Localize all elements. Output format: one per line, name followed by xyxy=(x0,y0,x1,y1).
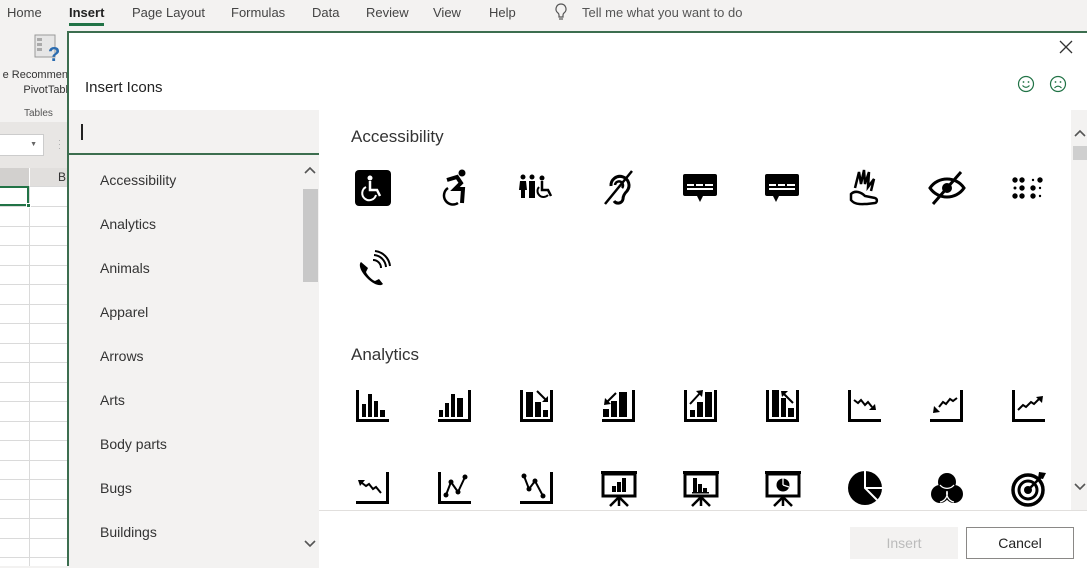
selected-cell[interactable] xyxy=(0,186,31,208)
dialog-footer: Insert Cancel xyxy=(319,511,1087,568)
hearing-impaired-icon[interactable] xyxy=(599,168,639,208)
ribbon-body: ? e Recommen PivotTabl Tables xyxy=(0,30,70,122)
spreadsheet-grid[interactable]: B xyxy=(0,168,70,566)
column-header-a[interactable] xyxy=(0,168,29,186)
tab-home[interactable]: Home xyxy=(7,5,42,20)
insert-button[interactable]: Insert xyxy=(850,527,958,559)
bar-chart-upward-trend-icon[interactable] xyxy=(681,386,721,426)
text-cursor xyxy=(81,124,83,140)
closed-captioning-2-icon[interactable] xyxy=(763,168,803,208)
bar-chart-reverse-trend-icon[interactable] xyxy=(763,386,803,426)
category-panel: Accessibility Analytics Animals Apparel … xyxy=(69,110,319,568)
line-chart-upward-icon[interactable] xyxy=(1009,386,1049,426)
line-chart-downward-icon[interactable] xyxy=(845,386,885,426)
bar-chart-downward-trend-icon[interactable] xyxy=(517,386,557,426)
scrollbar-thumb[interactable] xyxy=(303,189,318,282)
category-analytics[interactable]: Analytics xyxy=(100,216,156,232)
close-button[interactable] xyxy=(1057,39,1075,57)
insert-icons-dialog: Insert Icons Accessibility Analytics Ani… xyxy=(67,31,1087,568)
category-body-parts[interactable]: Body parts xyxy=(100,436,167,452)
tell-me-text: Tell me what you want to do xyxy=(582,4,743,20)
category-animals[interactable]: Animals xyxy=(100,260,150,276)
chevron-down-icon[interactable] xyxy=(1074,482,1086,492)
target-icon[interactable] xyxy=(1009,468,1049,508)
recommended-pivottables-icon[interactable]: ? xyxy=(34,34,60,62)
phone-volume-icon[interactable] xyxy=(353,250,393,290)
section-title-analytics: Analytics xyxy=(351,345,420,364)
tab-view[interactable]: View xyxy=(433,5,461,20)
category-bugs[interactable]: Bugs xyxy=(100,480,132,496)
splitter-handle[interactable]: · · · xyxy=(58,136,61,153)
venn-diagram-icon[interactable] xyxy=(927,468,967,508)
active-wheelchair-icon[interactable] xyxy=(435,168,475,208)
scrollbar-thumb[interactable] xyxy=(1073,146,1087,160)
icon-gallery: Accessibility Analytics xyxy=(319,110,1071,510)
frown-feedback-icon[interactable] xyxy=(1049,75,1067,93)
category-buildings[interactable]: Buildings xyxy=(100,524,157,540)
gallery-scrollbar[interactable] xyxy=(1071,110,1087,510)
presentation-column-chart-icon[interactable] xyxy=(681,468,721,508)
tab-help[interactable]: Help xyxy=(489,5,516,20)
tell-me-box[interactable]: Tell me what you want to do xyxy=(554,3,742,21)
chevron-up-icon[interactable] xyxy=(304,165,316,175)
formula-bar: ▼ · · · xyxy=(0,122,70,168)
tab-formulas[interactable]: Formulas xyxy=(231,5,285,20)
name-box[interactable]: ▼ xyxy=(0,134,44,156)
family-accessible-icon[interactable] xyxy=(517,168,557,208)
fill-handle[interactable] xyxy=(26,203,31,208)
category-accessibility[interactable]: Accessibility xyxy=(100,172,176,188)
closed-captioning-icon[interactable] xyxy=(681,168,721,208)
chevron-up-icon[interactable] xyxy=(1074,128,1086,138)
sign-language-icon[interactable] xyxy=(845,168,885,208)
presentation-bar-chart-icon[interactable] xyxy=(599,468,639,508)
cancel-button[interactable]: Cancel xyxy=(966,527,1074,559)
icon-search-input[interactable] xyxy=(69,110,319,155)
tab-data[interactable]: Data xyxy=(312,5,339,20)
smile-feedback-icon[interactable] xyxy=(1017,75,1035,93)
line-chart-points-icon[interactable] xyxy=(435,468,475,508)
tab-page-layout[interactable]: Page Layout xyxy=(132,5,205,20)
line-chart-downward-left-icon[interactable] xyxy=(353,468,393,508)
category-apparel[interactable]: Apparel xyxy=(100,304,148,320)
group-label-tables: Tables xyxy=(24,108,53,119)
tab-review[interactable]: Review xyxy=(366,5,409,20)
bar-chart-icon[interactable] xyxy=(353,386,393,426)
bar-chart-ascending-icon[interactable] xyxy=(435,386,475,426)
presentation-pie-chart-icon[interactable] xyxy=(763,468,803,508)
column-header-b[interactable]: B xyxy=(30,168,70,186)
line-chart-points-down-icon[interactable] xyxy=(517,468,557,508)
recommended-pivottables-label[interactable]: e Recommen PivotTabl xyxy=(0,68,68,98)
ribbon-tabs: Home Insert Page Layout Formulas Data Re… xyxy=(0,0,1087,30)
category-arts[interactable]: Arts xyxy=(100,392,125,408)
svg-text:?: ? xyxy=(48,44,60,62)
pie-chart-icon[interactable] xyxy=(845,468,885,508)
chevron-down-icon[interactable] xyxy=(304,539,316,549)
line-chart-upward-arrow-left-icon[interactable] xyxy=(927,386,967,426)
section-title-accessibility: Accessibility xyxy=(351,127,444,146)
category-arrows[interactable]: Arrows xyxy=(100,348,144,364)
chevron-down-icon[interactable]: ▼ xyxy=(30,141,37,148)
low-vision-icon[interactable] xyxy=(927,168,967,208)
tab-insert[interactable]: Insert xyxy=(69,5,105,26)
braille-icon[interactable] xyxy=(1009,168,1049,208)
lightbulb-icon xyxy=(555,3,567,20)
bar-chart-downward-arrow-icon[interactable] xyxy=(599,386,639,426)
category-scrollbar[interactable] xyxy=(301,157,319,568)
dialog-title: Insert Icons xyxy=(85,79,163,96)
wheelchair-square-icon[interactable] xyxy=(353,168,393,208)
close-icon xyxy=(1059,40,1073,54)
